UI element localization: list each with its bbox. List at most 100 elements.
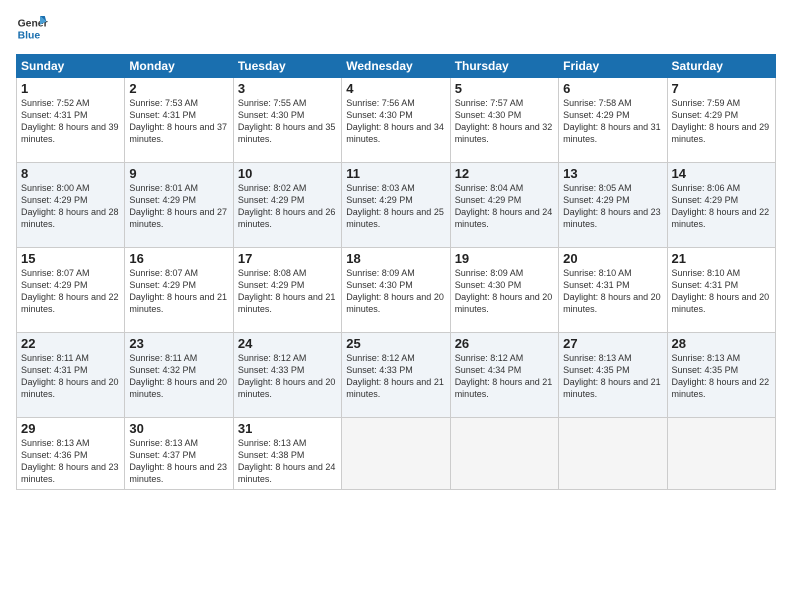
calendar-cell: 10 Sunrise: 8:02 AM Sunset: 4:29 PM Dayl…: [233, 163, 341, 248]
day-number: 30: [129, 421, 228, 436]
weekday-header: Thursday: [450, 55, 558, 78]
calendar-cell: 24 Sunrise: 8:12 AM Sunset: 4:33 PM Dayl…: [233, 333, 341, 418]
day-info: Sunrise: 8:05 AM Sunset: 4:29 PM Dayligh…: [563, 182, 662, 231]
day-number: 15: [21, 251, 120, 266]
day-info: Sunrise: 8:01 AM Sunset: 4:29 PM Dayligh…: [129, 182, 228, 231]
calendar-cell: 16 Sunrise: 8:07 AM Sunset: 4:29 PM Dayl…: [125, 248, 233, 333]
day-info: Sunrise: 8:12 AM Sunset: 4:33 PM Dayligh…: [238, 352, 337, 401]
day-number: 14: [672, 166, 771, 181]
calendar-cell: 3 Sunrise: 7:55 AM Sunset: 4:30 PM Dayli…: [233, 78, 341, 163]
calendar-cell: 5 Sunrise: 7:57 AM Sunset: 4:30 PM Dayli…: [450, 78, 558, 163]
weekday-header: Tuesday: [233, 55, 341, 78]
logo-icon: General Blue: [16, 12, 48, 44]
day-number: 9: [129, 166, 228, 181]
day-number: 2: [129, 81, 228, 96]
day-info: Sunrise: 7:58 AM Sunset: 4:29 PM Dayligh…: [563, 97, 662, 146]
calendar-cell: 9 Sunrise: 8:01 AM Sunset: 4:29 PM Dayli…: [125, 163, 233, 248]
day-info: Sunrise: 7:55 AM Sunset: 4:30 PM Dayligh…: [238, 97, 337, 146]
day-number: 18: [346, 251, 445, 266]
calendar-cell: 17 Sunrise: 8:08 AM Sunset: 4:29 PM Dayl…: [233, 248, 341, 333]
day-info: Sunrise: 8:13 AM Sunset: 4:36 PM Dayligh…: [21, 437, 120, 486]
day-info: Sunrise: 8:04 AM Sunset: 4:29 PM Dayligh…: [455, 182, 554, 231]
day-info: Sunrise: 8:09 AM Sunset: 4:30 PM Dayligh…: [455, 267, 554, 316]
calendar-cell: 26 Sunrise: 8:12 AM Sunset: 4:34 PM Dayl…: [450, 333, 558, 418]
day-number: 27: [563, 336, 662, 351]
day-info: Sunrise: 8:13 AM Sunset: 4:35 PM Dayligh…: [563, 352, 662, 401]
day-info: Sunrise: 8:08 AM Sunset: 4:29 PM Dayligh…: [238, 267, 337, 316]
calendar-cell: [450, 418, 558, 490]
day-number: 16: [129, 251, 228, 266]
day-info: Sunrise: 8:10 AM Sunset: 4:31 PM Dayligh…: [672, 267, 771, 316]
day-number: 11: [346, 166, 445, 181]
calendar-cell: 14 Sunrise: 8:06 AM Sunset: 4:29 PM Dayl…: [667, 163, 775, 248]
calendar-cell: 25 Sunrise: 8:12 AM Sunset: 4:33 PM Dayl…: [342, 333, 450, 418]
day-number: 5: [455, 81, 554, 96]
day-info: Sunrise: 8:11 AM Sunset: 4:32 PM Dayligh…: [129, 352, 228, 401]
day-info: Sunrise: 7:59 AM Sunset: 4:29 PM Dayligh…: [672, 97, 771, 146]
calendar-table: SundayMondayTuesdayWednesdayThursdayFrid…: [16, 54, 776, 490]
day-number: 26: [455, 336, 554, 351]
calendar-cell: [559, 418, 667, 490]
calendar-cell: 22 Sunrise: 8:11 AM Sunset: 4:31 PM Dayl…: [17, 333, 125, 418]
day-number: 22: [21, 336, 120, 351]
weekday-header: Friday: [559, 55, 667, 78]
calendar-cell: [342, 418, 450, 490]
calendar-cell: 28 Sunrise: 8:13 AM Sunset: 4:35 PM Dayl…: [667, 333, 775, 418]
calendar-cell: 6 Sunrise: 7:58 AM Sunset: 4:29 PM Dayli…: [559, 78, 667, 163]
calendar-cell: 21 Sunrise: 8:10 AM Sunset: 4:31 PM Dayl…: [667, 248, 775, 333]
day-info: Sunrise: 8:02 AM Sunset: 4:29 PM Dayligh…: [238, 182, 337, 231]
day-info: Sunrise: 8:00 AM Sunset: 4:29 PM Dayligh…: [21, 182, 120, 231]
day-number: 1: [21, 81, 120, 96]
day-info: Sunrise: 8:13 AM Sunset: 4:35 PM Dayligh…: [672, 352, 771, 401]
day-info: Sunrise: 7:53 AM Sunset: 4:31 PM Dayligh…: [129, 97, 228, 146]
day-info: Sunrise: 8:09 AM Sunset: 4:30 PM Dayligh…: [346, 267, 445, 316]
day-info: Sunrise: 8:13 AM Sunset: 4:37 PM Dayligh…: [129, 437, 228, 486]
day-info: Sunrise: 7:56 AM Sunset: 4:30 PM Dayligh…: [346, 97, 445, 146]
day-number: 24: [238, 336, 337, 351]
day-number: 8: [21, 166, 120, 181]
calendar-cell: 20 Sunrise: 8:10 AM Sunset: 4:31 PM Dayl…: [559, 248, 667, 333]
day-info: Sunrise: 8:10 AM Sunset: 4:31 PM Dayligh…: [563, 267, 662, 316]
calendar-cell: 27 Sunrise: 8:13 AM Sunset: 4:35 PM Dayl…: [559, 333, 667, 418]
page-container: General Blue SundayMondayTuesdayWednesda…: [0, 0, 792, 612]
calendar-cell: 19 Sunrise: 8:09 AM Sunset: 4:30 PM Dayl…: [450, 248, 558, 333]
weekday-header: Sunday: [17, 55, 125, 78]
weekday-header: Saturday: [667, 55, 775, 78]
calendar-cell: 23 Sunrise: 8:11 AM Sunset: 4:32 PM Dayl…: [125, 333, 233, 418]
day-number: 29: [21, 421, 120, 436]
day-number: 20: [563, 251, 662, 266]
day-number: 4: [346, 81, 445, 96]
day-number: 7: [672, 81, 771, 96]
day-info: Sunrise: 8:11 AM Sunset: 4:31 PM Dayligh…: [21, 352, 120, 401]
day-info: Sunrise: 7:57 AM Sunset: 4:30 PM Dayligh…: [455, 97, 554, 146]
calendar-cell: 1 Sunrise: 7:52 AM Sunset: 4:31 PM Dayli…: [17, 78, 125, 163]
day-number: 12: [455, 166, 554, 181]
day-number: 19: [455, 251, 554, 266]
day-number: 10: [238, 166, 337, 181]
day-number: 31: [238, 421, 337, 436]
day-number: 25: [346, 336, 445, 351]
day-info: Sunrise: 8:13 AM Sunset: 4:38 PM Dayligh…: [238, 437, 337, 486]
logo: General Blue: [16, 12, 52, 44]
page-header: General Blue: [16, 12, 776, 44]
svg-text:Blue: Blue: [18, 30, 41, 41]
calendar-cell: 29 Sunrise: 8:13 AM Sunset: 4:36 PM Dayl…: [17, 418, 125, 490]
calendar-cell: 7 Sunrise: 7:59 AM Sunset: 4:29 PM Dayli…: [667, 78, 775, 163]
calendar-cell: 12 Sunrise: 8:04 AM Sunset: 4:29 PM Dayl…: [450, 163, 558, 248]
calendar-cell: 18 Sunrise: 8:09 AM Sunset: 4:30 PM Dayl…: [342, 248, 450, 333]
calendar-cell: 15 Sunrise: 8:07 AM Sunset: 4:29 PM Dayl…: [17, 248, 125, 333]
calendar-cell: 8 Sunrise: 8:00 AM Sunset: 4:29 PM Dayli…: [17, 163, 125, 248]
day-number: 17: [238, 251, 337, 266]
weekday-header: Wednesday: [342, 55, 450, 78]
calendar-cell: 30 Sunrise: 8:13 AM Sunset: 4:37 PM Dayl…: [125, 418, 233, 490]
calendar-cell: 13 Sunrise: 8:05 AM Sunset: 4:29 PM Dayl…: [559, 163, 667, 248]
day-info: Sunrise: 8:12 AM Sunset: 4:34 PM Dayligh…: [455, 352, 554, 401]
day-info: Sunrise: 8:07 AM Sunset: 4:29 PM Dayligh…: [21, 267, 120, 316]
day-info: Sunrise: 8:12 AM Sunset: 4:33 PM Dayligh…: [346, 352, 445, 401]
day-info: Sunrise: 8:03 AM Sunset: 4:29 PM Dayligh…: [346, 182, 445, 231]
calendar-cell: 2 Sunrise: 7:53 AM Sunset: 4:31 PM Dayli…: [125, 78, 233, 163]
weekday-header: Monday: [125, 55, 233, 78]
day-number: 23: [129, 336, 228, 351]
calendar-cell: [667, 418, 775, 490]
day-info: Sunrise: 8:07 AM Sunset: 4:29 PM Dayligh…: [129, 267, 228, 316]
